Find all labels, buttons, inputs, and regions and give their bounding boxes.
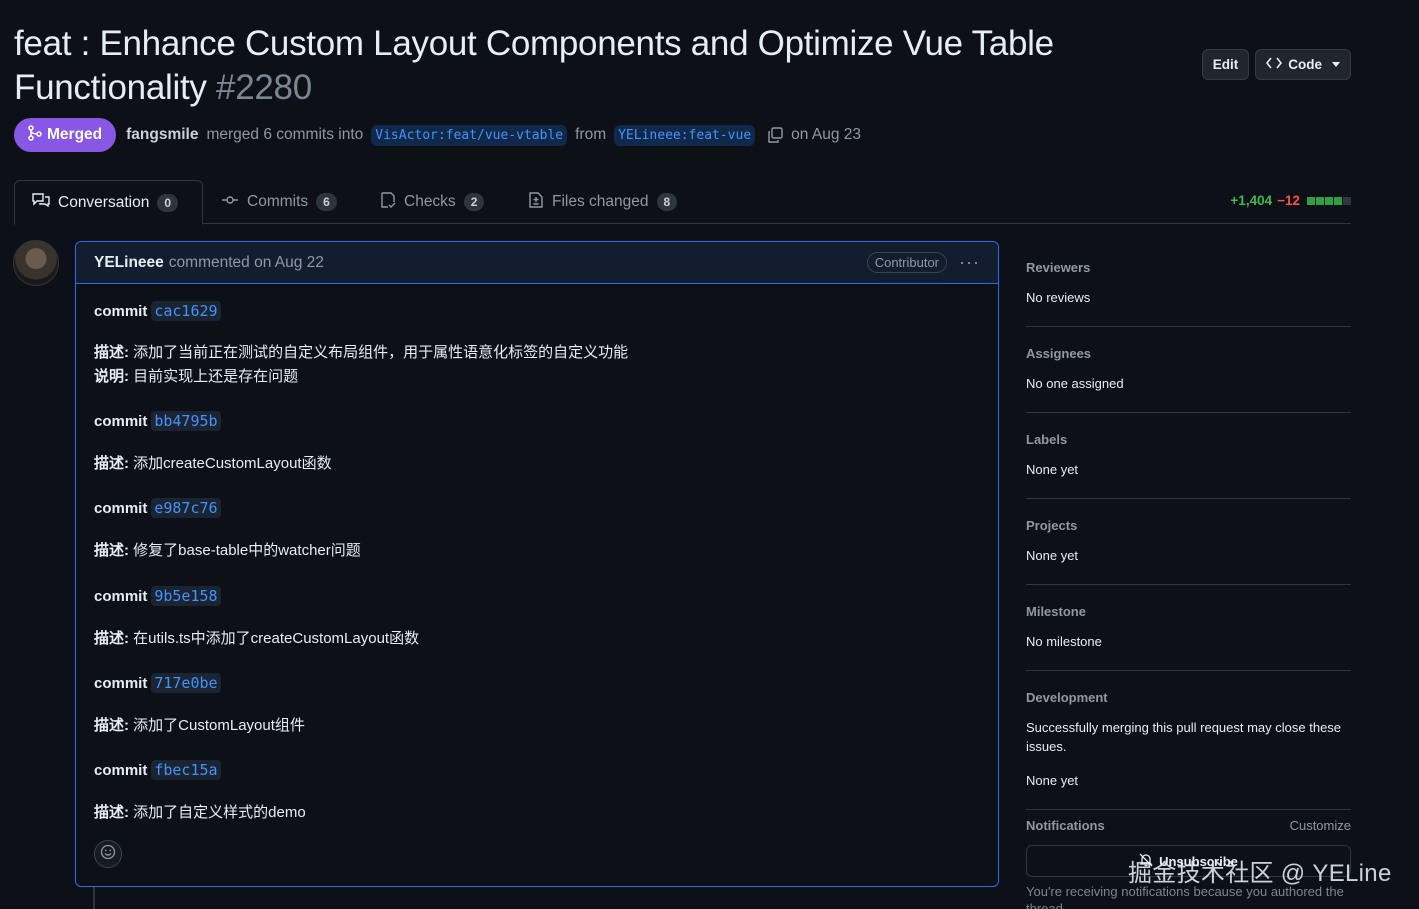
merge-icon <box>28 124 42 146</box>
tab-commits[interactable]: Commits 6 <box>204 180 354 224</box>
diffstat-block <box>1334 196 1342 205</box>
sidebar-assignees-title: Assignees <box>1026 346 1092 361</box>
sidebar-labels-value: None yet <box>1026 462 1079 477</box>
merger-link[interactable]: fangsmile <box>126 126 198 144</box>
commit-description: 描述: 添加createCustomLayout函数 <box>94 455 332 472</box>
sidebar-milestone-title: Milestone <box>1026 604 1086 619</box>
sidebar-development-value: None yet <box>1026 773 1079 788</box>
merged-badge: Merged <box>14 118 117 152</box>
from-text: from <box>575 126 607 143</box>
pr-description-comment: YELineee commented on Aug 22 Contributor… <box>75 241 999 887</box>
commit-line: commit e987c76 <box>94 498 221 518</box>
file-diff-icon <box>528 191 544 213</box>
commit-description: 描述: 添加了CustomLayout组件 <box>94 717 305 734</box>
chevron-down-icon <box>1332 62 1340 67</box>
header-actions: Edit Code <box>1201 49 1351 80</box>
contributor-badge: Contributor <box>866 252 948 273</box>
diffstat-block <box>1316 196 1324 205</box>
head-branch-link[interactable]: YELineee:feat-vue <box>614 124 756 146</box>
pr-tabs: Conversation 0 Commits 6 Checks 2 Files … <box>14 180 1351 225</box>
commit-sha-link[interactable]: cac1629 <box>151 301 221 321</box>
commit-description: 描述: 添加了当前正在测试的自定义布局组件，用于属性语意化标签的自定义功能 <box>94 344 629 361</box>
sidebar-labels[interactable]: Labels None yet <box>1026 413 1351 499</box>
pr-number: #2280 <box>216 68 312 107</box>
tab-checks-count: 2 <box>463 193 485 211</box>
sidebar: Reviewers No reviews Assignees No one as… <box>1026 241 1351 810</box>
diffstat-blocks <box>1307 196 1351 205</box>
sidebar-projects-value: None yet <box>1026 548 1079 563</box>
commit-description: 描述: 添加了自定义样式的demo <box>94 804 306 821</box>
code-button-label: Code <box>1288 57 1322 72</box>
sidebar-labels-title: Labels <box>1026 432 1068 447</box>
edit-button[interactable]: Edit <box>1201 49 1250 80</box>
tab-commits-count: 6 <box>316 193 337 211</box>
merged-badge-label: Merged <box>47 126 103 143</box>
pr-meta: Merged fangsmile merged 6 commits into V… <box>14 118 861 152</box>
diffstat-additions: +1,404 <box>1230 193 1273 208</box>
customize-link[interactable]: Customize <box>1290 818 1351 833</box>
commit-line: commit bb4795b <box>94 411 221 431</box>
tab-conversation-label: Conversation <box>58 193 150 211</box>
pr-title-text: feat : Enhance Custom Layout Components … <box>14 24 1054 107</box>
commit-sha-link[interactable]: 717e0be <box>151 673 221 693</box>
tab-files-changed-label: Files changed <box>552 193 649 210</box>
sidebar-reviewers[interactable]: Reviewers No reviews <box>1026 241 1351 327</box>
code-button[interactable]: Code <box>1255 49 1351 80</box>
comment-action: commented on Aug 22 <box>168 253 324 271</box>
checklist-icon <box>380 191 396 213</box>
tab-checks-label: Checks <box>404 193 456 210</box>
diffstat-deletions: −12 <box>1277 193 1300 208</box>
sidebar-assignees-value: No one assigned <box>1026 376 1124 391</box>
notifications-title: Notifications <box>1026 818 1105 833</box>
tab-files-changed-count: 8 <box>656 193 678 211</box>
sidebar-milestone-value: No milestone <box>1026 634 1102 649</box>
tab-commits-label: Commits <box>247 193 309 210</box>
watermark: 掘金技术社区 @ YELine <box>1128 860 1392 887</box>
diffstat: +1,404 −12 <box>1230 193 1351 208</box>
sidebar-assignees[interactable]: Assignees No one assigned <box>1026 327 1351 413</box>
git-commit-icon <box>221 193 239 211</box>
pr-title: feat : Enhance Custom Layout Components … <box>14 22 1094 110</box>
sidebar-reviewers-title: Reviewers <box>1026 260 1091 275</box>
commit-sha-link[interactable]: fbec15a <box>151 760 221 780</box>
code-icon <box>1266 57 1283 72</box>
smiley-icon <box>100 844 116 865</box>
commit-line: commit 9b5e158 <box>94 586 221 606</box>
avatar[interactable] <box>13 240 59 286</box>
commit-line: commit cac1629 <box>94 301 221 321</box>
comment-discussion-icon <box>32 192 50 213</box>
commit-sha-link[interactable]: e987c76 <box>151 498 221 518</box>
tab-checks[interactable]: Checks 2 <box>363 180 501 224</box>
tab-conversation-count: 0 <box>157 193 179 212</box>
sidebar-reviewers-value: No reviews <box>1026 290 1091 305</box>
commit-description: 描述: 修复了base-table中的watcher问题 <box>94 542 361 559</box>
commit-sha-link[interactable]: bb4795b <box>151 411 221 431</box>
commit-line: commit 717e0be <box>94 673 221 693</box>
merge-date: on Aug 23 <box>791 126 861 143</box>
comment-author-link[interactable]: YELineee <box>94 254 164 272</box>
timeline-line <box>93 887 95 909</box>
sidebar-development-title: Development <box>1026 690 1108 705</box>
comment-header: YELineee commented on Aug 22 Contributor… <box>76 242 998 284</box>
sidebar-development-text: Successfully merging this pull request m… <box>1026 720 1342 754</box>
sidebar-projects-title: Projects <box>1026 518 1078 533</box>
add-reaction-button[interactable] <box>94 840 122 868</box>
diffstat-block <box>1343 196 1351 205</box>
base-branch-link[interactable]: VisActor:feat/vue-vtable <box>371 124 568 146</box>
tab-conversation[interactable]: Conversation 0 <box>14 180 203 225</box>
tab-files-changed[interactable]: Files changed 8 <box>511 180 694 224</box>
commit-sha-link[interactable]: 9b5e158 <box>151 586 221 606</box>
commit-description: 描述: 在utils.ts中添加了createCustomLayout函数 <box>94 630 420 647</box>
merged-text: merged 6 commits into <box>206 126 364 143</box>
diffstat-block <box>1325 196 1333 205</box>
commit-line: commit fbec15a <box>94 760 221 780</box>
kebab-horizontal-icon[interactable]: ··· <box>959 252 980 273</box>
sidebar-milestone[interactable]: Milestone No milestone <box>1026 585 1351 671</box>
sidebar-development[interactable]: Development Successfully merging this pu… <box>1026 671 1351 810</box>
diffstat-block <box>1307 196 1315 205</box>
commit-note: 说明: 目前实现上还是存在问题 <box>94 368 299 385</box>
sidebar-projects[interactable]: Projects None yet <box>1026 499 1351 585</box>
copy-icon[interactable] <box>767 127 783 143</box>
